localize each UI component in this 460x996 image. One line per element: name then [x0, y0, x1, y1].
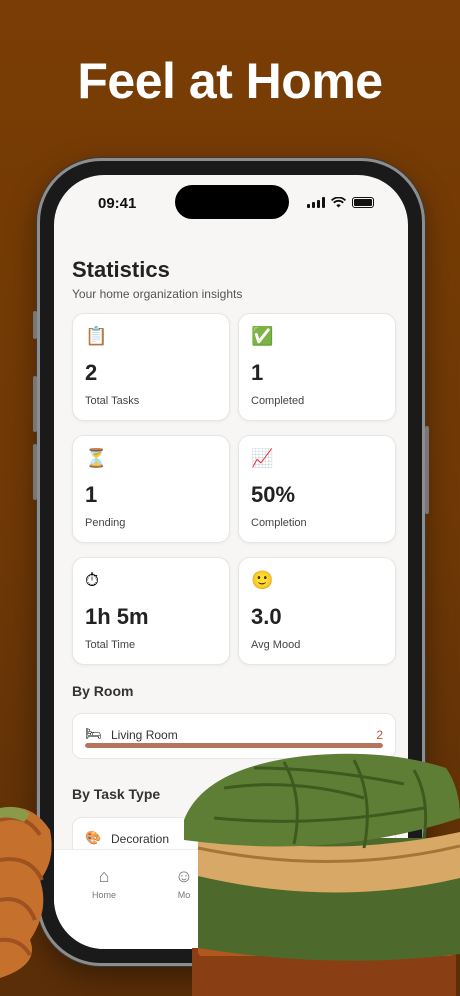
check-mark-icon: ✅ — [251, 326, 274, 346]
cellular-signal-icon — [307, 197, 325, 208]
stat-value: 3.0 — [251, 604, 282, 629]
knitted-blanket-image — [0, 806, 52, 978]
room-name: Living Room — [111, 728, 178, 742]
stat-label: Completed — [251, 395, 305, 407]
tab-label: Home — [91, 890, 116, 900]
stat-card-completion[interactable]: 📈 50% Completion — [238, 435, 396, 543]
stat-label: Total Tasks — [85, 395, 140, 407]
stat-label: Pending — [85, 517, 126, 529]
page-subtitle: Your home organization insights — [72, 287, 243, 301]
stat-value: 1 — [85, 482, 98, 507]
wifi-icon — [331, 197, 346, 208]
promo-headline: Feel at Home — [77, 53, 383, 109]
action-button — [33, 311, 37, 339]
room-count: 2 — [376, 728, 383, 742]
bed-icon: 🛏 — [85, 726, 102, 741]
volume-up-button — [33, 376, 37, 432]
stats-grid: 📋 2 Total Tasks ✅ 1 Completed ⏳ 1 Pendin… — [72, 313, 396, 665]
smiley-icon: 🙂 — [251, 570, 274, 590]
by-room-heading: By Room — [72, 683, 134, 699]
stat-value: 1h 5m — [85, 604, 149, 629]
battery-icon — [352, 197, 374, 208]
stat-value: 1 — [251, 360, 264, 385]
palette-icon: 🎨 — [85, 830, 102, 845]
power-button — [425, 426, 429, 514]
stat-label: Completion — [251, 517, 307, 529]
stopwatch-icon: ⏱ — [85, 570, 100, 590]
dynamic-island — [175, 185, 289, 219]
clipboard-icon: 📋 — [85, 326, 108, 346]
stat-card-total-time[interactable]: ⏱ 1h 5m Total Time — [72, 557, 230, 665]
chart-increasing-icon: 📈 — [251, 448, 274, 468]
stat-value: 50% — [251, 482, 296, 507]
stat-card-total-tasks[interactable]: 📋 2 Total Tasks — [72, 313, 230, 421]
stat-card-pending[interactable]: ⏳ 1 Pending — [72, 435, 230, 543]
status-time: 09:41 — [98, 195, 137, 212]
volume-down-button — [33, 444, 37, 500]
stat-value: 2 — [85, 360, 98, 385]
hourglass-icon: ⏳ — [85, 448, 108, 468]
stat-label: Avg Mood — [251, 639, 301, 651]
home-icon: ⌂ — [98, 866, 110, 886]
by-task-type-heading: By Task Type — [72, 786, 161, 802]
page-title: Statistics — [72, 257, 170, 282]
stat-label: Total Time — [85, 639, 136, 651]
status-icons — [307, 197, 374, 208]
green-ottoman-image — [184, 753, 460, 996]
tab-home[interactable]: ⌂ Home — [74, 866, 134, 900]
stat-card-avg-mood[interactable]: 🙂 3.0 Avg Mood — [238, 557, 396, 665]
task-type-name: Decoration — [111, 832, 170, 846]
stat-card-completed[interactable]: ✅ 1 Completed — [238, 313, 396, 421]
